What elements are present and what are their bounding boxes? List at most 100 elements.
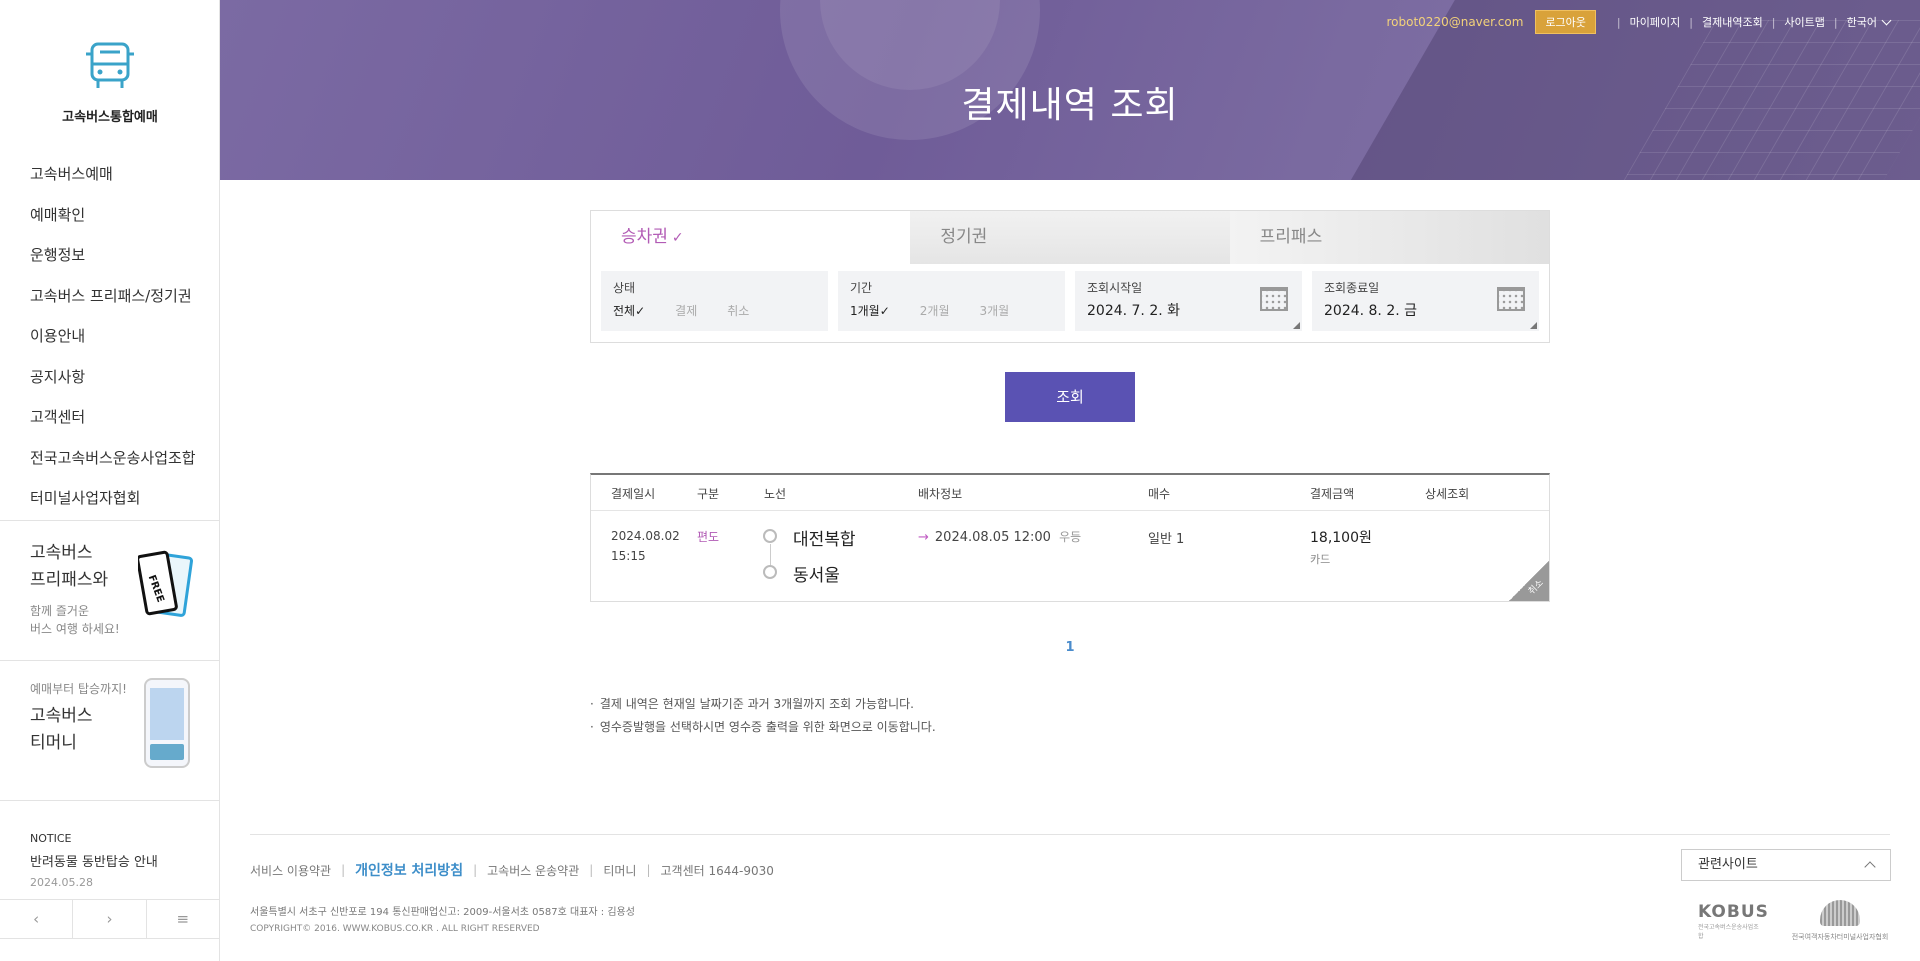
- tab-ticket[interactable]: 승차권 ✓: [591, 211, 911, 264]
- col-amount: 결제금액: [1310, 487, 1355, 501]
- footer-divider: [250, 834, 1890, 835]
- col-route: 노선: [764, 487, 787, 501]
- footer-privacy-link[interactable]: 개인정보 처리방침: [355, 860, 463, 880]
- divider: [0, 800, 219, 801]
- nav-usage-guide[interactable]: 이용안내: [30, 322, 196, 363]
- tab-season-pass-label: 정기권: [940, 227, 988, 247]
- payment-amount: 18,100원: [1310, 530, 1372, 546]
- payment-method: 카드: [1310, 553, 1331, 566]
- free-ticket-icon: FREE: [138, 550, 194, 617]
- kobus-logo: KOBUS 전국고속버스운송사업조합: [1682, 902, 1769, 942]
- freepass-promo-sub2: 버스 여행 하세요!: [30, 622, 120, 636]
- chevron-up-icon: [1864, 861, 1876, 873]
- note-item: 영수증발행을 선택하시면 영수증 출력을 위한 화면으로 이동합니다.: [590, 716, 936, 739]
- page-title: 결제내역 조회: [961, 85, 1179, 126]
- logo-text: 고속버스통합예매: [62, 110, 158, 125]
- route-destination: 동서울: [793, 566, 840, 586]
- period-option-3month[interactable]: 3개월: [980, 302, 1010, 319]
- status-option-all[interactable]: 전체✓: [613, 302, 645, 319]
- sitemap-link[interactable]: 사이트맵: [1784, 14, 1824, 30]
- nav-freepass-season[interactable]: 고속버스 프리패스/정기권: [30, 282, 196, 323]
- nav-customer-center[interactable]: 고객센터: [30, 403, 196, 444]
- kobus-logo-sub: 전국고속버스운송사업조합: [1698, 924, 1759, 940]
- notice-menu-button[interactable]: ≡: [147, 900, 219, 938]
- kobus-logo-text: KOBUS: [1698, 902, 1769, 922]
- calendar-icon[interactable]: [1497, 287, 1525, 311]
- footer-links: 서비스 이용약관 | 개인정보 처리방침 | 고속버스 운송약관 | 티머니 |…: [250, 860, 774, 880]
- tab-season-pass[interactable]: 정기권: [910, 211, 1230, 264]
- footer-terms-link[interactable]: 서비스 이용약관: [250, 862, 331, 879]
- footer-copyright: COPYRIGHT© 2016. WWW.KOBUS.CO.KR . ALL R…: [250, 924, 540, 934]
- ticket-type-tabs: 승차권 ✓ 정기권 프리패스: [590, 210, 1550, 264]
- utility-bar: robot0220@naver.com 로그아웃 | 마이페이지 | 결제내역조…: [1386, 10, 1892, 34]
- tab-freepass-label: 프리패스: [1259, 227, 1323, 247]
- col-payment-date: 결제일시: [611, 487, 656, 501]
- payment-time: 15:15: [611, 549, 646, 563]
- ticket-count: 일반 1: [1148, 532, 1185, 547]
- pagination-current[interactable]: 1: [1060, 640, 1080, 655]
- footer-tmoney-link[interactable]: 티머니: [603, 862, 636, 879]
- language-select[interactable]: 한국어: [1846, 14, 1892, 30]
- status-option-paid[interactable]: 결제: [675, 302, 697, 319]
- language-label: 한국어: [1846, 16, 1877, 29]
- footer-customer-center: 고객센터 1644-9030: [660, 863, 774, 878]
- period-filter: 기간 1개월✓ 2개월 3개월: [838, 271, 1065, 331]
- search-button[interactable]: 조회: [1005, 372, 1135, 422]
- sidebar-nav: 고속버스예매 예매확인 운행정보 고속버스 프리패스/정기권 이용안내 공지사항…: [30, 160, 196, 525]
- user-email: robot0220@naver.com: [1386, 15, 1524, 29]
- payment-result-table: 결제일시 구분 노선 배차정보 매수 결제금액 상세조회 2024.08.02 …: [590, 473, 1550, 602]
- cancel-badge[interactable]: 취소: [1509, 561, 1549, 601]
- table-row[interactable]: 2024.08.02 15:15 편도 대전복합 동서울 → 2024.08.05…: [591, 511, 1549, 601]
- freepass-promo[interactable]: 고속버스 프리패스와 함께 즐거운 버스 여행 하세요! FREE: [30, 540, 200, 650]
- dispatch-datetime: 2024.08.05 12:00: [934, 530, 1051, 545]
- dispatch-info: → 2024.08.05 12:00 우등: [918, 528, 1081, 545]
- status-filter: 상태 전체✓ 결제 취소: [601, 271, 828, 331]
- status-option-cancel[interactable]: 취소: [727, 302, 749, 319]
- tmoney-promo[interactable]: 예매부터 탑승까지! 고속버스 티머니: [30, 678, 200, 790]
- notice-next-button[interactable]: ›: [73, 900, 147, 938]
- start-date-field[interactable]: 조회시작일 2024. 7. 2. 화: [1075, 271, 1302, 331]
- route-origin: 대전복합: [793, 530, 856, 550]
- calendar-icon[interactable]: [1260, 287, 1288, 311]
- nav-reservation-check[interactable]: 예매확인: [30, 201, 196, 242]
- corner-icon: [1530, 322, 1537, 329]
- tab-freepass[interactable]: 프리패스: [1229, 211, 1549, 264]
- nav-bus-reservation[interactable]: 고속버스예매: [30, 160, 196, 201]
- mypage-link[interactable]: 마이페이지: [1630, 14, 1681, 30]
- nav-terminal-association[interactable]: 터미널사업자협회: [30, 484, 196, 525]
- association-emblem-icon: [1820, 900, 1860, 926]
- trip-type: 편도: [697, 530, 720, 544]
- bus-icon: [86, 42, 134, 88]
- period-option-1month[interactable]: 1개월✓: [850, 302, 890, 319]
- info-notes: 결제 내역은 현재일 날짜기준 과거 3개월까지 조회 가능합니다. 영수증발행…: [590, 693, 936, 739]
- payment-date: 2024.08.02: [611, 529, 680, 543]
- footer-address: 서울특별시 서초구 신반포로 194 통신판매업신고: 2009-서울서초 05…: [250, 907, 635, 918]
- status-filter-label: 상태: [613, 281, 636, 295]
- col-dispatch: 배차정보: [918, 487, 963, 501]
- nav-operation-info[interactable]: 운행정보: [30, 241, 196, 282]
- end-date-field[interactable]: 조회종료일 2024. 8. 2. 금: [1312, 271, 1539, 331]
- notice-label: NOTICE: [30, 832, 72, 845]
- col-type: 구분: [697, 487, 720, 501]
- notice-prev-button[interactable]: ‹: [0, 900, 74, 938]
- payment-history-link[interactable]: 결제내역조회: [1702, 14, 1763, 30]
- note-item: 결제 내역은 현재일 날짜기준 과거 3개월까지 조회 가능합니다.: [590, 693, 936, 716]
- corner-icon: [1293, 322, 1300, 329]
- nav-bus-union[interactable]: 전국고속버스운송사업조합: [30, 444, 196, 485]
- site-logo[interactable]: 고속버스통합예매: [0, 40, 220, 125]
- notice-title[interactable]: 반려동물 동반탑승 안내: [30, 851, 158, 870]
- period-option-2month[interactable]: 2개월: [920, 302, 950, 319]
- sidebar: 고속버스통합예매 고속버스예매 예매확인 운행정보 고속버스 프리패스/정기권 …: [0, 0, 220, 961]
- bus-grade: 우등: [1059, 530, 1082, 544]
- related-sites-select[interactable]: 관련사이트: [1681, 849, 1891, 881]
- logout-button[interactable]: 로그아웃: [1535, 10, 1596, 34]
- nav-notice[interactable]: 공지사항: [30, 363, 196, 404]
- phone-icon: [144, 678, 190, 768]
- divider: [0, 660, 219, 661]
- tab-ticket-label: 승차권: [621, 227, 668, 247]
- sidebar-notice[interactable]: NOTICE 반려동물 동반탑승 안내 2024.05.28: [30, 832, 158, 889]
- col-detail: 상세조회: [1425, 487, 1470, 501]
- footer-transport-terms-link[interactable]: 고속버스 운송약관: [487, 862, 579, 879]
- destination-dot-icon: [763, 565, 777, 579]
- header-banner: 결제내역 조회 robot0220@naver.com 로그아웃 | 마이페이지…: [220, 0, 1920, 180]
